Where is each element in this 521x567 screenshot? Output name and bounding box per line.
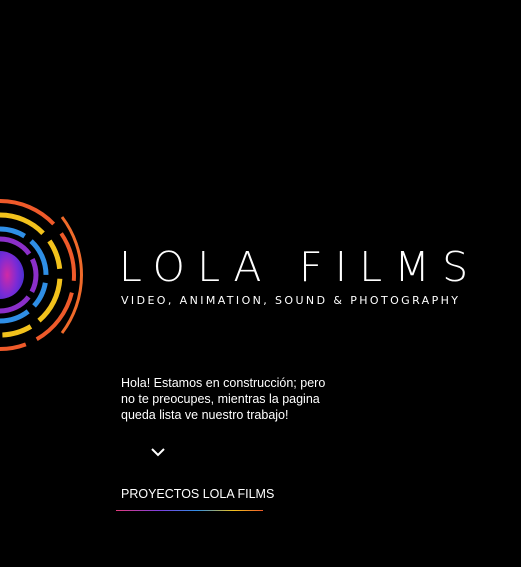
projects-link[interactable]: PROYECTOS LOLA FILMS <box>121 486 274 502</box>
brand-subtitle: VIDEO, ANIMATION, SOUND & PHOTOGRAPHY <box>121 294 461 307</box>
intro-text: Hola! Estamos en construcción; pero no t… <box>121 376 326 422</box>
projects-underline <box>116 510 263 511</box>
chevron-down-icon[interactable] <box>148 444 168 460</box>
brand-title: LOLA FILMS <box>119 243 481 291</box>
concentric-color-arcs-logo-icon <box>0 199 84 351</box>
